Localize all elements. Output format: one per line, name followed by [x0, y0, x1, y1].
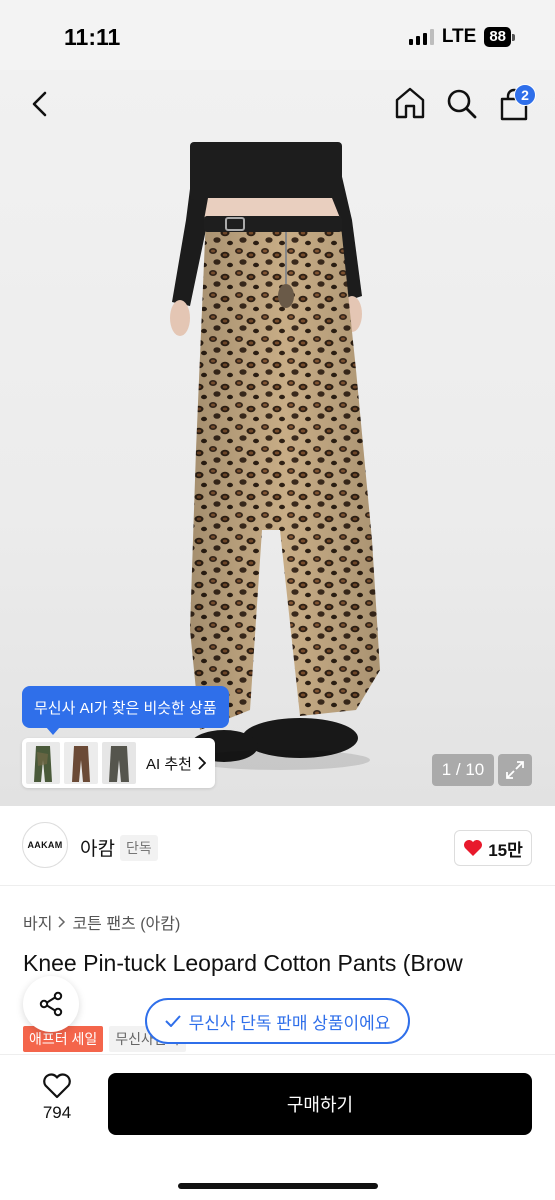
back-button[interactable] [22, 86, 58, 122]
expand-icon [506, 761, 524, 779]
image-counter: 1 / 10 [432, 754, 494, 786]
search-button[interactable] [444, 86, 480, 122]
brand-name[interactable]: 아캄 [80, 834, 115, 861]
buy-button[interactable]: 구매하기 [108, 1073, 532, 1135]
network-label: LTE [441, 26, 477, 47]
sale-tag: 애프터 세일 [23, 1026, 104, 1052]
brand-like-button[interactable]: 15만 [454, 830, 532, 866]
bottom-action-bar: 794 구매하기 [0, 1054, 555, 1200]
back-icon [32, 91, 47, 117]
exclusive-tag: 단독 [120, 835, 158, 861]
heart-filled-icon [464, 840, 483, 856]
ai-recommend-link[interactable]: AI 추천 [146, 753, 206, 774]
ai-thumbnail [26, 742, 60, 784]
exclusive-notice-pill: 무신사 단독 판매 상품이에요 [145, 998, 410, 1044]
home-button[interactable] [392, 84, 428, 122]
wishlist-button[interactable]: 794 [22, 1073, 92, 1137]
product-title: Knee Pin-tuck Leopard Cotton Pants (Brow [23, 950, 463, 976]
cart-button[interactable]: 2 [494, 84, 536, 124]
status-time: 11:11 [64, 24, 121, 50]
expand-image-button[interactable] [498, 754, 532, 786]
signal-icon [408, 29, 434, 45]
breadcrumb-subcategory[interactable]: 코튼 팬츠 (아캄) [72, 910, 180, 934]
home-indicator [178, 1183, 378, 1189]
heart-outline-icon [43, 1073, 71, 1099]
share-button[interactable] [23, 976, 79, 1032]
status-indicators: LTE 88 [408, 26, 515, 48]
brand-like-count: 15만 [488, 840, 523, 860]
ai-similar-tooltip: 무신사 AI가 찾은 비슷한 상품 [22, 686, 229, 735]
chevron-right-icon [198, 756, 206, 770]
brand-row: AAKAM 아캄 단독 15만 [0, 806, 555, 886]
chevron-right-icon [58, 916, 66, 928]
cart-count-badge: 2 [514, 84, 536, 106]
brand-logo[interactable]: AAKAM [22, 822, 68, 868]
check-icon [164, 1015, 181, 1027]
share-icon [39, 991, 63, 1017]
wishlist-count: 794 [42, 1103, 72, 1122]
battery-icon: 88 [484, 27, 515, 47]
status-bar: 11:11 LTE 88 [0, 0, 555, 70]
ai-thumbnail [102, 742, 136, 784]
ai-thumbnail [64, 742, 98, 784]
battery-level: 88 [484, 27, 511, 47]
ai-recommend-card[interactable]: AI 추천 [22, 738, 215, 788]
search-icon [447, 89, 477, 119]
exclusive-notice-text: 무신사 단독 판매 상품이에요 [188, 1013, 391, 1033]
home-icon [395, 87, 425, 119]
breadcrumb: 바지 코튼 팬츠 (아캄) [23, 910, 180, 934]
breadcrumb-category[interactable]: 바지 [23, 910, 52, 934]
ai-recommend-label: AI 추천 [146, 755, 192, 773]
